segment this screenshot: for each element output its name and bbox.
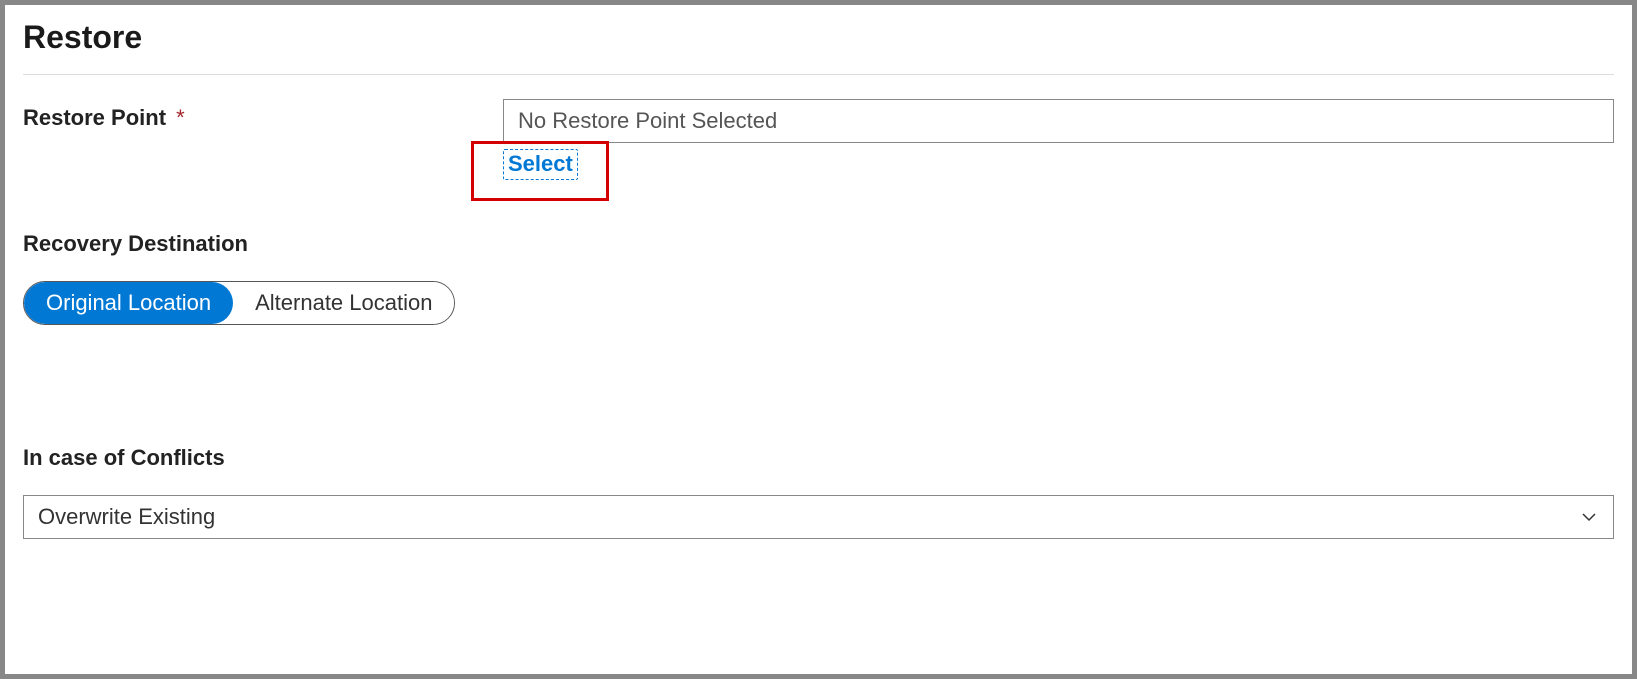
page-title: Restore: [23, 19, 1614, 74]
restore-point-input[interactable]: [503, 99, 1614, 143]
restore-point-label: Restore Point: [23, 105, 166, 130]
required-indicator: *: [176, 105, 185, 130]
restore-point-input-col: Select: [503, 99, 1614, 195]
recovery-destination-toggle: Original Location Alternate Location: [23, 281, 455, 325]
select-restore-point-link[interactable]: Select: [503, 149, 578, 180]
option-original-location[interactable]: Original Location: [24, 282, 233, 324]
conflicts-dropdown[interactable]: Overwrite Existing: [23, 495, 1614, 539]
conflicts-selected-value: Overwrite Existing: [38, 504, 1579, 530]
recovery-destination-label: Recovery Destination: [23, 231, 1614, 257]
divider: [23, 74, 1614, 75]
restore-point-label-wrap: Restore Point *: [23, 99, 503, 131]
restore-panel: Restore Restore Point * Select Recovery …: [5, 5, 1632, 553]
select-link-wrapper: Select: [503, 149, 1614, 195]
restore-point-row: Restore Point * Select: [23, 99, 1614, 195]
chevron-down-icon: [1579, 507, 1599, 527]
option-alternate-location[interactable]: Alternate Location: [233, 282, 454, 324]
conflicts-label: In case of Conflicts: [23, 445, 1614, 471]
